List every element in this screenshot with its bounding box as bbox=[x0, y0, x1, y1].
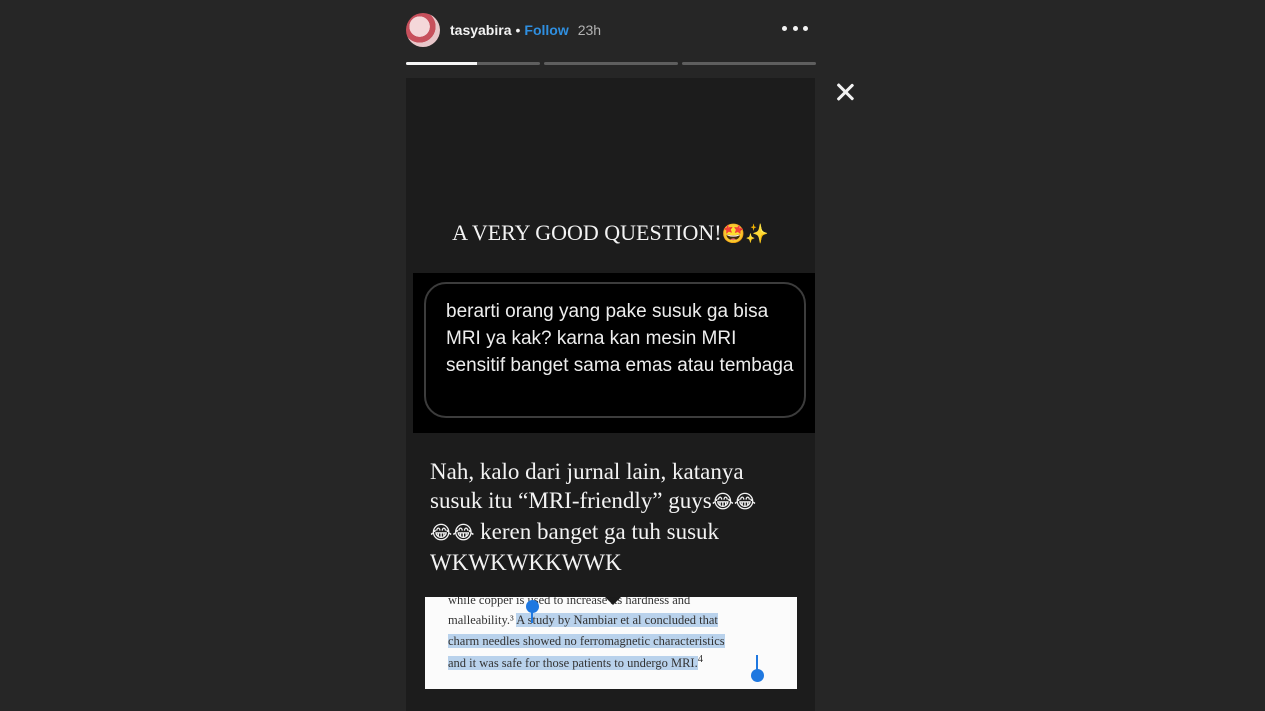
journal-line-2-highlight: A study by Nambiar et al concluded that bbox=[516, 613, 718, 627]
question-bubble: berarti orang yang pake susuk ga bisa MR… bbox=[424, 282, 806, 418]
journal-footnote: 4 bbox=[697, 654, 703, 665]
story-content[interactable]: A VERY GOOD QUESTION!🤩✨ berarti orang ya… bbox=[406, 78, 815, 711]
post-time: 23h bbox=[577, 22, 602, 38]
answer-line-3-text: keren banget ga tuh susuk bbox=[480, 519, 720, 544]
journal-line-4: and it was safe for those patients to un… bbox=[448, 654, 703, 671]
question-sticker: berarti orang yang pake susuk ga bisa MR… bbox=[413, 273, 815, 433]
answer-text: Nah, kalo dari jurnal lain, katanya susu… bbox=[430, 457, 810, 577]
journal-line-2: malleability.³ A study by Nambiar et al … bbox=[448, 613, 718, 628]
journal-line-4-highlight: and it was safe for those patients to un… bbox=[448, 656, 698, 671]
close-icon[interactable] bbox=[833, 80, 857, 104]
selection-start-handle bbox=[526, 600, 539, 613]
answer-line-1: Nah, kalo dari jurnal lain, katanya bbox=[430, 459, 744, 484]
progress-segment-2 bbox=[544, 62, 678, 65]
progress-segment-1 bbox=[406, 62, 540, 65]
journal-line-2-plain: malleability.³ bbox=[448, 613, 514, 627]
more-options-icon[interactable] bbox=[782, 18, 808, 38]
journal-excerpt: while copper is used to increase its har… bbox=[425, 597, 797, 689]
story-progress bbox=[406, 62, 816, 65]
headline-emoji: 🤩✨ bbox=[721, 223, 769, 245]
laughing-emoji: 😂😂 bbox=[711, 491, 757, 513]
story-viewer: tasyabira • Follow 23h A VERY GOOD QUEST… bbox=[0, 0, 1265, 711]
headline-text: A VERY GOOD QUESTION! bbox=[452, 220, 722, 245]
question-text: berarti orang yang pake susuk ga bisa MR… bbox=[446, 301, 794, 376]
story-header: tasyabira • Follow 23h bbox=[406, 10, 816, 50]
journal-line-1: while copper is used to increase its har… bbox=[448, 597, 691, 607]
selection-end-handle bbox=[751, 669, 764, 682]
journal-line-3: charm needles showed no ferromagnetic ch… bbox=[448, 634, 725, 649]
answer-line-2-text: susuk itu “MRI-friendly” guys bbox=[430, 488, 712, 513]
progress-segment-3 bbox=[682, 62, 816, 65]
story-headline: A VERY GOOD QUESTION!🤩✨ bbox=[406, 220, 815, 246]
avatar[interactable] bbox=[406, 13, 440, 47]
separator-dot: • bbox=[515, 22, 521, 38]
selection-end-stem bbox=[756, 655, 758, 670]
answer-line-3: 😂😂 keren banget ga tuh susuk bbox=[430, 517, 810, 548]
laughing-emoji: 😂😂 bbox=[430, 522, 475, 544]
follow-button[interactable]: Follow bbox=[524, 22, 568, 38]
selection-pointer bbox=[605, 597, 621, 605]
answer-line-4: WKWKWKKWWK bbox=[430, 550, 622, 575]
username[interactable]: tasyabira bbox=[450, 22, 511, 38]
journal-line-3-highlight: charm needles showed no ferromagnetic ch… bbox=[448, 634, 725, 648]
answer-line-2: susuk itu “MRI-friendly” guys😂😂 bbox=[430, 486, 810, 517]
